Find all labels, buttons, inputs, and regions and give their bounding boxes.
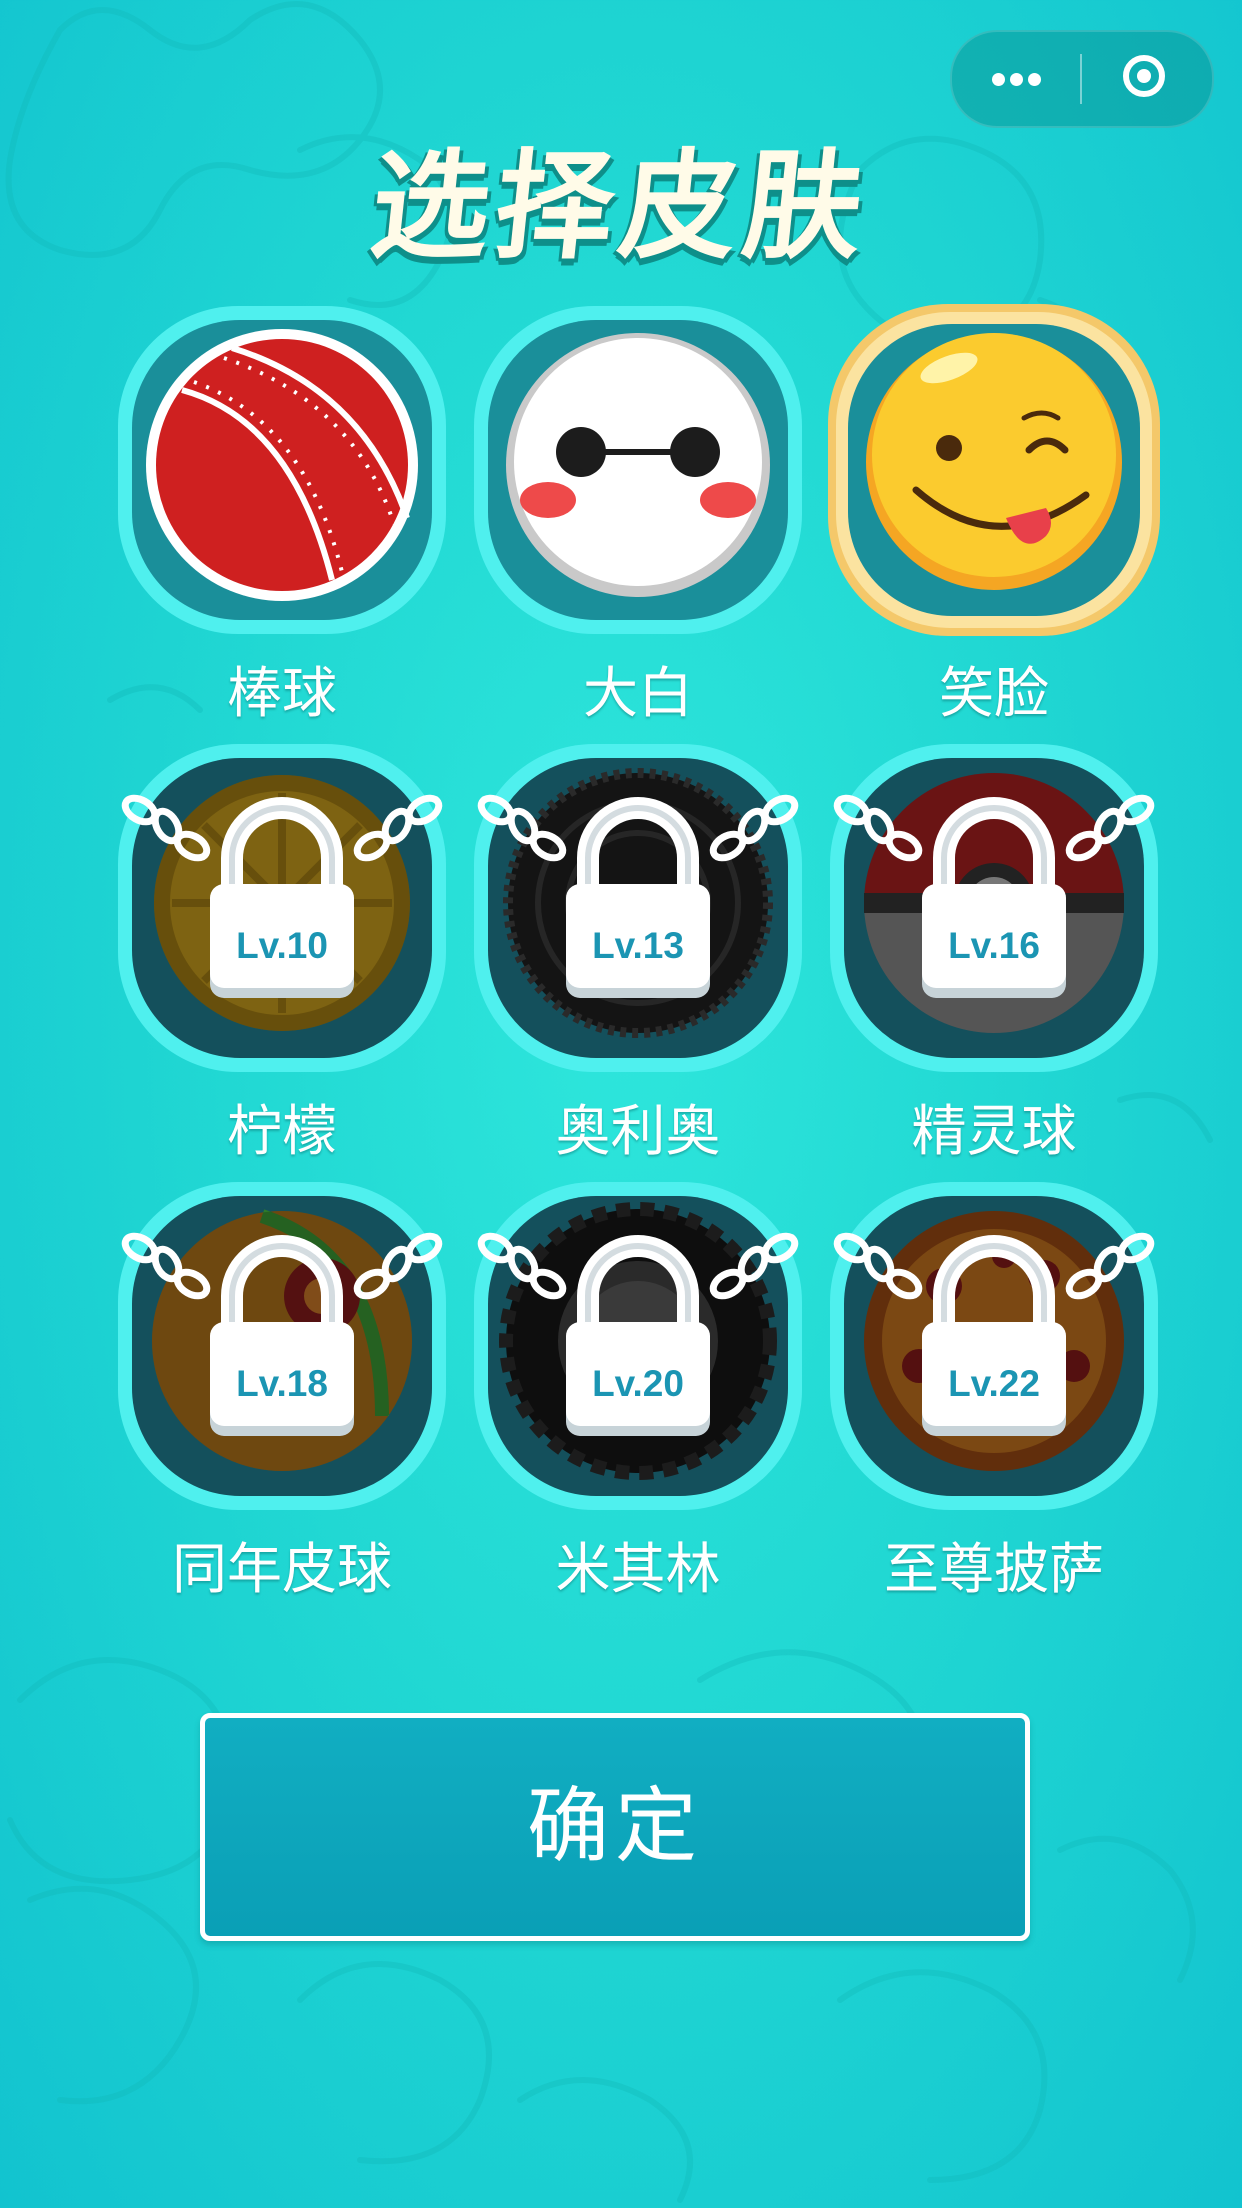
lock-icon	[833, 1232, 1155, 1436]
lock-icon	[121, 794, 443, 998]
baymax-icon	[474, 306, 802, 634]
skin-name: 同年皮球	[171, 1537, 392, 1601]
unlock-level: Lv.18	[236, 1363, 328, 1404]
skin-name: 大白	[582, 661, 693, 725]
unlock-level: Lv.22	[948, 1363, 1040, 1404]
unlock-level: Lv.13	[592, 925, 684, 966]
lock-icon	[477, 794, 799, 998]
page-title: 选择皮肤	[364, 137, 876, 275]
skin-rubber-ball[interactable]: Lv.18 同年皮球	[112, 1176, 452, 1601]
skin-name: 棒球	[226, 661, 337, 725]
skin-name: 米其林	[555, 1537, 721, 1601]
smiley-icon	[828, 304, 1160, 636]
skin-name: 精灵球	[911, 1099, 1077, 1163]
skin-pizza[interactable]: Lv.22 至尊披萨	[824, 1176, 1164, 1601]
confirm-label: 确定	[526, 1779, 703, 1874]
skin-name: 笑脸	[938, 661, 1049, 725]
skin-pokeball[interactable]: Lv.16 精灵球	[824, 738, 1164, 1163]
skin-lemon[interactable]: Lv.10 柠檬	[112, 738, 452, 1163]
unlock-level: Lv.10	[236, 925, 328, 966]
skin-tire[interactable]: Lv.20 米其林	[468, 1176, 808, 1601]
unlock-level: Lv.20	[592, 1363, 684, 1404]
skin-smiley[interactable]: 笑脸	[824, 300, 1164, 725]
lock-icon	[477, 1232, 799, 1436]
skin-name: 奥利奥	[555, 1099, 721, 1163]
lock-icon	[121, 1232, 443, 1436]
baseball-icon	[118, 306, 446, 634]
unlock-level: Lv.16	[948, 925, 1040, 966]
lock-icon	[833, 794, 1155, 998]
skin-baymax[interactable]: 大白	[468, 300, 808, 725]
skin-oreo[interactable]: Lv.13 奥利奥	[468, 738, 808, 1163]
skin-name: 至尊披萨	[883, 1537, 1104, 1601]
skin-baseball[interactable]: 棒球	[112, 300, 452, 725]
confirm-button[interactable]: 确定	[200, 1713, 1030, 1941]
skin-name: 柠檬	[226, 1099, 337, 1163]
